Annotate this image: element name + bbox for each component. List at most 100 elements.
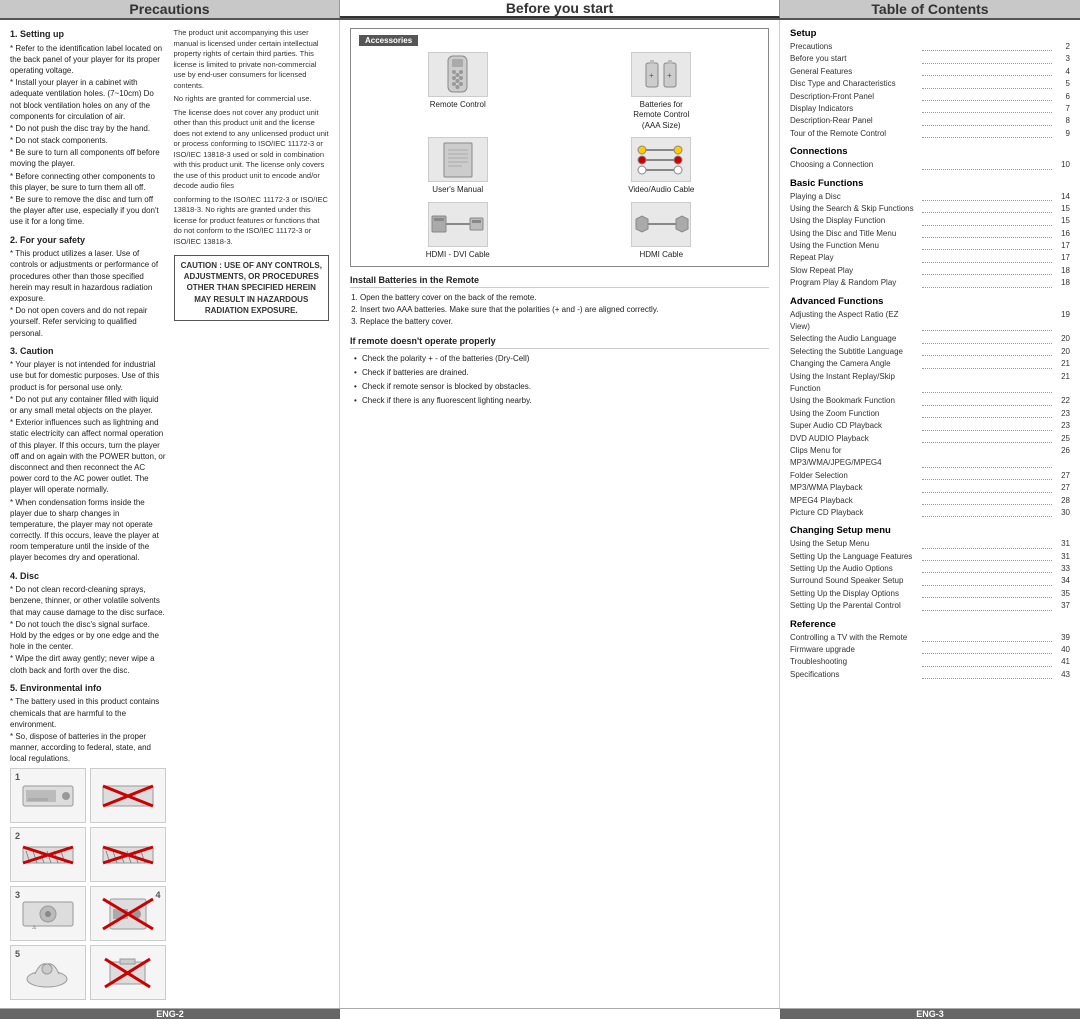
svg-text:+: + <box>667 71 672 80</box>
toc-section-reference: Reference Controlling a TV with the Remo… <box>790 619 1070 682</box>
accessory-hdmi-dvi: HDMI - DVI Cable <box>359 202 557 260</box>
toc-item: Using the Display Function15 <box>790 215 1070 227</box>
before-column: Accessories <box>340 20 780 1008</box>
footer-spacer <box>340 1009 780 1019</box>
toc-setup-title: Setup <box>790 28 1070 39</box>
remote-label: Remote Control <box>430 100 486 110</box>
toc-item: DVD AUDIO Playback25 <box>790 433 1070 445</box>
toc-item: Setting Up the Parental Control37 <box>790 600 1070 612</box>
toc-item: Description-Front Panel6 <box>790 91 1070 103</box>
accessories-title: Accessories <box>359 35 418 46</box>
install-step-3: Replace the battery cover. <box>360 316 769 328</box>
install-step-2: Insert two AAA batteries. Make sure that… <box>360 304 769 316</box>
toc-item: Description-Rear Panel8 <box>790 115 1070 127</box>
toc-connections-title: Connections <box>790 146 1070 157</box>
toc-item: Repeat Play17 <box>790 252 1070 264</box>
toc-item: Before you start3 <box>790 53 1070 65</box>
toc-item: Changing the Camera Angle21 <box>790 358 1070 370</box>
precautions-section-2-title: 2. For your safety <box>10 234 166 247</box>
toc-item: Precautions2 <box>790 41 1070 53</box>
header-before: Before you start <box>340 0 780 18</box>
accessory-batteries: + + Batteries forRemote Control(AAA Size… <box>563 52 761 131</box>
toc-item: Setting Up the Language Features31 <box>790 551 1070 563</box>
warning-image-3-x: 2 <box>10 827 86 882</box>
manual-icon <box>428 137 488 182</box>
accessory-manual: User's Manual <box>359 137 557 195</box>
toc-item: Using the Zoom Function23 <box>790 408 1070 420</box>
precautions-title: Precautions <box>129 1 209 17</box>
toc-item: Using the Disc and Title Menu16 <box>790 228 1070 240</box>
remote-icon <box>428 52 488 97</box>
hdmi-dvi-icon <box>428 202 488 247</box>
caution-warning-box: CAUTION : USE OF ANY CONTROLS, ADJUSTMEN… <box>174 255 330 321</box>
toc-setup-menu-title: Changing Setup menu <box>790 525 1070 536</box>
remote-step-3: Check if remote sensor is blocked by obs… <box>354 381 769 393</box>
precautions-section-1-title: 1. Setting up <box>10 28 166 41</box>
toc-section-advanced: Advanced Functions Adjusting the Aspect … <box>790 296 1070 520</box>
toc-section-setup-menu: Changing Setup menu Using the Setup Menu… <box>790 525 1070 612</box>
toc-item: Adjusting the Aspect Ratio (EZ View)19 <box>790 309 1070 334</box>
remote-step-2: Check if batteries are drained. <box>354 367 769 379</box>
toc-item: General Features4 <box>790 66 1070 78</box>
before-title: Before you start <box>506 0 613 16</box>
toc-section-setup: Setup Precautions2 Before you start3 Gen… <box>790 28 1070 140</box>
warning-image-4-x <box>90 827 166 882</box>
svg-text:⚠: ⚠ <box>32 925 37 931</box>
batteries-icon: + + <box>631 52 691 97</box>
toc-section-connections: Connections Choosing a Connection10 <box>790 146 1070 171</box>
toc-item: Using the Setup Menu31 <box>790 538 1070 550</box>
toc-item: Folder Selection27 <box>790 470 1070 482</box>
install-batteries-section: Install Batteries in the Remote Open the… <box>350 275 769 328</box>
toc-item: Specifications43 <box>790 669 1070 681</box>
toc-item: Playing a Disc14 <box>790 191 1070 203</box>
toc-item: MPEG4 Playback28 <box>790 495 1070 507</box>
remote-troubleshoot-title: If remote doesn't operate properly <box>350 336 769 349</box>
warning-image-8-x <box>90 945 166 1000</box>
svg-text:+: + <box>649 71 654 80</box>
toc-item: Using the Bookmark Function22 <box>790 395 1070 407</box>
warning-images-grid: 1 <box>10 768 166 941</box>
hdmi-icon <box>631 202 691 247</box>
toc-item: Picture CD Playback30 <box>790 507 1070 519</box>
toc-item: Clips Menu for MP3/WMA/JPEG/MPEG426 <box>790 445 1070 470</box>
toc-advanced-title: Advanced Functions <box>790 296 1070 307</box>
precautions-section-3-title: 3. Caution <box>10 345 166 358</box>
warning-image-7: 5 <box>10 945 86 1000</box>
install-steps-list: Open the battery cover on the back of th… <box>350 292 769 328</box>
toc-item: Setting Up the Audio Options33 <box>790 563 1070 575</box>
page-header: Precautions Before you start Table of Co… <box>0 0 1080 18</box>
precautions-section-5-title: 5. Environmental info <box>10 682 166 695</box>
page-number-right: ENG-3 <box>780 1009 1080 1019</box>
toc-title: Table of Contents <box>871 1 988 17</box>
page-footer: ENG-2 ENG-3 <box>0 1008 1080 1019</box>
hdmi-label: HDMI Cable <box>639 250 683 260</box>
toc-item: Controlling a TV with the Remote39 <box>790 632 1070 644</box>
header-toc: Table of Contents <box>780 0 1080 18</box>
remote-step-4: Check if there is any fluorescent lighti… <box>354 395 769 407</box>
toc-item: Display Indicators7 <box>790 103 1070 115</box>
toc-item: Firmware upgrade40 <box>790 644 1070 656</box>
main-content: 1. Setting up * Refer to the identificat… <box>0 18 1080 1008</box>
toc-item: Disc Type and Characteristics5 <box>790 78 1070 90</box>
hdmi-dvi-label: HDMI - DVI Cable <box>426 250 490 260</box>
warning-image-1: 1 <box>10 768 86 823</box>
toc-item: Tour of the Remote Control9 <box>790 128 1070 140</box>
toc-section-basic: Basic Functions Playing a Disc14 Using t… <box>790 178 1070 290</box>
remote-steps-list: Check the polarity + - of the batteries … <box>350 353 769 407</box>
install-step-1: Open the battery cover on the back of th… <box>360 292 769 304</box>
warning-image-6-x: 4 <box>90 886 166 941</box>
toc-column: Setup Precautions2 Before you start3 Gen… <box>780 20 1080 1008</box>
toc-item: Troubleshooting41 <box>790 656 1070 668</box>
accessory-hdmi: HDMI Cable <box>563 202 761 260</box>
toc-item: Using the Instant Replay/Skip Function21 <box>790 371 1070 396</box>
manual-label: User's Manual <box>432 185 483 195</box>
warning-image-5: 3 ⚠ <box>10 886 86 941</box>
warning-image-2-x <box>90 768 166 823</box>
accessory-av-cable: Video/Audio Cable <box>563 137 761 195</box>
header-precautions: Precautions <box>0 0 340 18</box>
toc-basic-title: Basic Functions <box>790 178 1070 189</box>
toc-item: Using the Function Menu17 <box>790 240 1070 252</box>
toc-item: Surround Sound Speaker Setup34 <box>790 575 1070 587</box>
toc-item: Choosing a Connection10 <box>790 159 1070 171</box>
toc-item: Program Play & Random Play18 <box>790 277 1070 289</box>
